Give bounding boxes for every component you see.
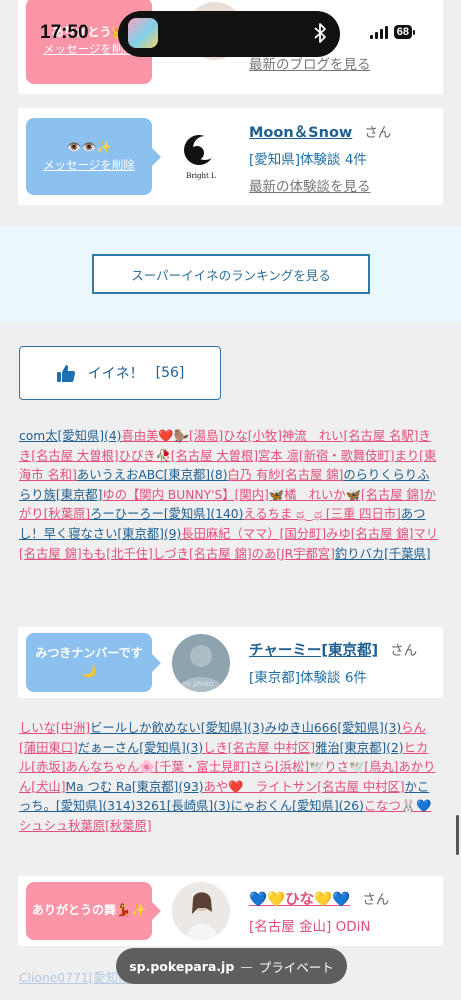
profile-name-link[interactable]: 💙💛ひな💛💙 [249,892,350,908]
user-link[interactable]: だぁーさん[愛知県](3) [78,741,203,755]
user-link[interactable]: えるちま ಥ‿ಥ [三重 四日市] [243,507,400,521]
user-link[interactable]: ひびき🥀[名古屋 大曽根] [119,449,259,463]
safari-url-bar[interactable]: sp.pokepara.jp — プライベート [116,948,347,984]
profile-photo [186,892,218,940]
user-link[interactable]: みゆき山666[愛知県](3) [265,721,402,735]
user-link[interactable]: あんなちゃん🌸[千葉・富士見町] [66,760,251,774]
status-indicators: 68 [369,25,415,39]
user-link[interactable]: 白乃 有紗[名古屋 錦] [228,468,344,482]
message-badge: 👁️👁️✨ メッセージを削除 [26,118,161,195]
super-iine-section: スーパーイイネのランキングを見る [0,227,461,322]
bluetooth-icon [314,23,326,43]
battery-icon: 68 [393,25,412,39]
user-link[interactable]: ろーひーろー[愛知県](140) [90,507,243,521]
avatar-no-photo[interactable]: no photo [172,634,230,692]
no-photo-text: no photo [182,680,213,688]
profile-name-link[interactable]: Moon＆Snow [249,125,352,141]
number-card: みつきナンバーです🌙 no photo チャーミー[東京都] さん [東京都]体験… [18,627,443,698]
thanks-card: 👁️👁️✨ メッセージを削除 Bright L Moon＆Snow さん [愛知県… [18,108,443,205]
now-playing-app-icon [128,18,158,48]
thanks-card: ありがとうの舞💃✨ 💙💛ひな💛💙 さん [名古屋 金山] ODiN [18,876,443,946]
user-link[interactable]: 宮本 凛[新宿・歌舞伎町] [258,449,394,463]
moon-logo-icon: Bright L [184,135,217,180]
badge-title: みつきナンバーです🌙 [35,646,143,678]
user-link[interactable]: 🕊️りさ🕊️[鳥丸] [309,760,398,774]
profile-region[interactable]: [東京都]体験談 6件 [249,666,417,686]
san-label: さん [364,125,392,141]
user-link[interactable]: しき[名古屋 中村区] [203,741,315,755]
signal-icon [369,25,388,39]
message-badge: みつきナンバーです🌙 [26,633,161,692]
status-time: 17:50 [40,22,89,43]
badge-title: ありがとうの舞💃✨ [32,903,146,918]
profile-shop[interactable]: [名古屋 金山] ODiN [249,915,389,935]
user-link[interactable]: ビールしか飲めない[愛知県](3) [90,721,265,735]
user-link[interactable]: しづき[名古屋 錦] [153,547,252,561]
san-label: さん [390,643,418,659]
iine-button[interactable]: イイネ！ [56] [19,346,221,400]
no-photo-icon: no photo [178,645,224,692]
user-link[interactable]: 喜由美❤️🦫[湯島] [121,429,223,443]
user-link[interactable]: ゆの【関内 BUNNY'S】[関内] [102,488,268,502]
profile-name-link[interactable]: チャーミー[東京都] [249,643,378,659]
user-link[interactable]: もも[北千住] [82,547,153,561]
avatar[interactable] [172,882,230,940]
iine-user-list: com太[愛知県](4)喜由美❤️🦫[湯島]ひな[小牧]神流 れい[名古屋 名駅… [19,427,439,564]
user-link[interactable]: 神流 れい[名古屋 名駅] [282,429,418,443]
user-link[interactable]: みゆ[名古屋 錦] [326,527,413,541]
user-link[interactable]: あや❤️ ライトサン[名古屋 中村区] [204,780,405,794]
user-link[interactable]: 3261[長崎県](3) [135,799,230,813]
logo-text: Bright L [186,172,216,180]
user-link[interactable]: 長田麻紀（ママ）[国分町] [181,527,326,541]
iine-label: イイネ！ [87,366,144,382]
delete-message-link[interactable]: メッセージを削除 [43,157,135,174]
user-link[interactable]: ひな[小牧] [223,429,282,443]
url-host: sp.pokepara.jp [129,958,235,974]
user-link[interactable]: さら[浜松] [250,760,309,774]
user-link[interactable]: 雅治[東京都](2) [315,741,404,755]
scrollbar[interactable] [456,815,459,855]
user-link[interactable]: 釣りバカ[千葉県] [335,547,431,561]
user-link[interactable]: にゃおくん[愛知県](26) [231,799,364,813]
url-separator: — [240,958,253,974]
private-mode-label: プライベート [258,959,334,975]
badge-title: 👁️👁️✨ [66,140,112,155]
user-link[interactable]: com太[愛知県](4) [19,429,121,443]
dynamic-island [118,11,340,57]
iine-count: [56] [155,365,185,381]
avatar[interactable]: Bright L [172,126,230,184]
user-link[interactable]: 🦋橘 れいか🦋[名古屋 錦] [269,488,424,502]
super-iine-ranking-button[interactable]: スーパーイイネのランキングを見る [92,254,370,294]
user-link[interactable]: Ma つむ Ra[東京都](93) [66,780,204,794]
user-link[interactable]: しいな[中洲] [19,721,90,735]
message-badge: ありがとうの舞💃✨ [26,882,161,940]
thumbs-up-icon [56,364,75,382]
latest-review-link[interactable]: 最新の体験談を見る [249,175,391,195]
profile-region[interactable]: [愛知県]体験談 4件 [249,148,391,168]
mitsuki-user-list: しいな[中洲]ビールしか飲めない[愛知県](3)みゆき山666[愛知県](3)ら… [19,719,439,837]
user-link[interactable]: あいうえおABC[東京都](8) [77,468,228,482]
user-link[interactable]: のあ[JR宇都宮] [252,547,335,561]
san-label: さん [362,892,390,908]
